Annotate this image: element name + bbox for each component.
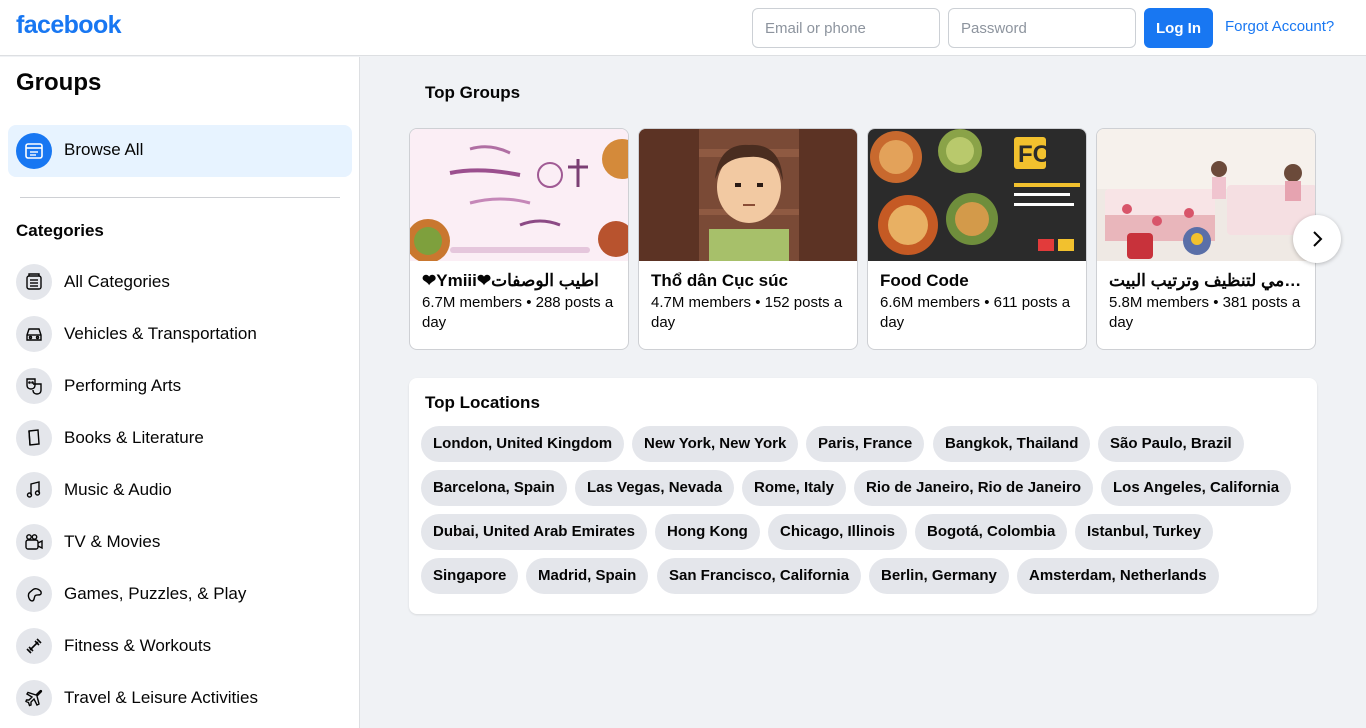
location-chip[interactable]: Madrid, Spain: [526, 558, 649, 594]
theater-masks-icon: [16, 368, 52, 404]
location-chip[interactable]: Paris, France: [806, 426, 925, 462]
login-button[interactable]: Log In: [1144, 8, 1213, 48]
dumbbell-icon: [16, 628, 52, 664]
categories-heading: Categories: [16, 221, 104, 240]
group-cover-image: FC: [868, 129, 1086, 261]
group-name[interactable]: Thổ dân Cục súc: [651, 271, 847, 291]
airplane-icon: [16, 680, 52, 716]
top-locations-heading: Top Locations: [425, 393, 540, 412]
svg-text:FC: FC: [1018, 141, 1050, 168]
location-chip[interactable]: Las Vegas, Nevada: [575, 470, 735, 506]
category-music[interactable]: Music & Audio: [8, 464, 352, 516]
password-input[interactable]: [948, 8, 1136, 48]
groups-sidebar: Groups Browse All Categories All Categor…: [0, 57, 360, 728]
group-cover-image: [1097, 129, 1315, 261]
group-stats: 4.7M members • 152 posts a day: [651, 294, 843, 331]
location-chip[interactable]: Chicago, Illinois: [768, 514, 908, 550]
group-cover-image: [410, 129, 628, 261]
list-icon: [16, 264, 52, 300]
group-stats: 6.7M members • 288 posts a day: [422, 294, 614, 331]
category-books[interactable]: Books & Literature: [8, 412, 352, 464]
location-chip[interactable]: Singapore: [421, 558, 519, 594]
sidebar-title: Groups: [16, 69, 102, 96]
location-chip[interactable]: New York, New York: [632, 426, 799, 462]
sidebar-divider: [20, 197, 340, 198]
location-chip[interactable]: Bogotá, Colombia: [915, 514, 1068, 550]
category-travel[interactable]: Travel & Leisure Activities: [8, 672, 352, 724]
browse-groups-icon: [16, 133, 52, 169]
location-chip[interactable]: Amsterdam, Netherlands: [1017, 558, 1219, 594]
top-locations-panel: Top Locations London, United Kingdom New…: [409, 378, 1317, 614]
location-chip[interactable]: São Paulo, Brazil: [1098, 426, 1244, 462]
location-chip[interactable]: Rio de Janeiro, Rio de Janeiro: [854, 470, 1094, 506]
group-name[interactable]: ❤Ymiii❤اطيب الوصفات: [422, 271, 618, 291]
group-name[interactable]: الروتين اليومي لتنظيف وترتيب البيت: [1109, 271, 1305, 291]
location-chip[interactable]: Hong Kong: [655, 514, 760, 550]
category-label: Performing Arts: [64, 376, 182, 395]
category-vehicles[interactable]: Vehicles & Transportation: [8, 308, 352, 360]
category-all-categories[interactable]: All Categories: [8, 256, 352, 308]
group-stats: 6.6M members • 611 posts a day: [880, 294, 1071, 331]
email-input[interactable]: [752, 8, 940, 48]
location-chip[interactable]: Bangkok, Thailand: [933, 426, 1091, 462]
carousel-next-button[interactable]: [1293, 215, 1341, 263]
category-label: Vehicles & Transportation: [64, 324, 257, 343]
location-chip[interactable]: Rome, Italy: [742, 470, 847, 506]
category-tv-movies[interactable]: TV & Movies: [8, 516, 352, 568]
top-groups-heading: Top Groups: [425, 83, 521, 102]
location-chip[interactable]: Barcelona, Spain: [421, 470, 567, 506]
category-label: Fitness & Workouts: [64, 636, 212, 655]
forgot-account-link[interactable]: Forgot Account?: [1225, 18, 1334, 35]
group-card[interactable]: Thổ dân Cục súc 4.7M members • 152 posts…: [638, 128, 858, 350]
browse-all-label: Browse All: [64, 140, 144, 159]
music-note-icon: [16, 472, 52, 508]
car-icon: [16, 316, 52, 352]
category-label: TV & Movies: [64, 532, 161, 551]
group-card[interactable]: FC Food Code 6.6M members • 611 posts a …: [867, 128, 1087, 350]
group-card[interactable]: ❤Ymiii❤اطيب الوصفات 6.7M members • 288 p…: [409, 128, 629, 350]
category-label: Travel & Leisure Activities: [64, 688, 258, 707]
video-camera-icon: [16, 524, 52, 560]
group-name[interactable]: Food Code: [880, 271, 1076, 291]
category-label: Games, Puzzles, & Play: [64, 584, 247, 603]
location-chip[interactable]: Istanbul, Turkey: [1075, 514, 1213, 550]
category-label: Music & Audio: [64, 480, 172, 499]
location-chip[interactable]: Los Angeles, California: [1101, 470, 1292, 506]
category-games[interactable]: Games, Puzzles, & Play: [8, 568, 352, 620]
location-chip[interactable]: Berlin, Germany: [869, 558, 1009, 594]
category-label: Books & Literature: [64, 428, 204, 447]
location-chip[interactable]: Dubai, United Arab Emirates: [421, 514, 647, 550]
top-header: facebook Log In Forgot Account?: [0, 0, 1366, 56]
location-chip[interactable]: London, United Kingdom: [421, 426, 625, 462]
category-fitness[interactable]: Fitness & Workouts: [8, 620, 352, 672]
group-stats: 5.8M members • 381 posts a day: [1109, 294, 1301, 331]
category-performing-arts[interactable]: Performing Arts: [8, 360, 352, 412]
game-controller-icon: [16, 576, 52, 612]
facebook-logo[interactable]: facebook: [16, 11, 122, 40]
book-icon: [16, 420, 52, 456]
sidebar-item-browse-all[interactable]: Browse All: [8, 125, 352, 177]
category-label: All Categories: [64, 272, 170, 291]
location-chip[interactable]: San Francisco, California: [657, 558, 862, 594]
group-card[interactable]: الروتين اليومي لتنظيف وترتيب البيت 5.8M …: [1096, 128, 1316, 350]
group-cover-image: [639, 129, 857, 261]
chevron-right-icon: [1313, 231, 1323, 247]
